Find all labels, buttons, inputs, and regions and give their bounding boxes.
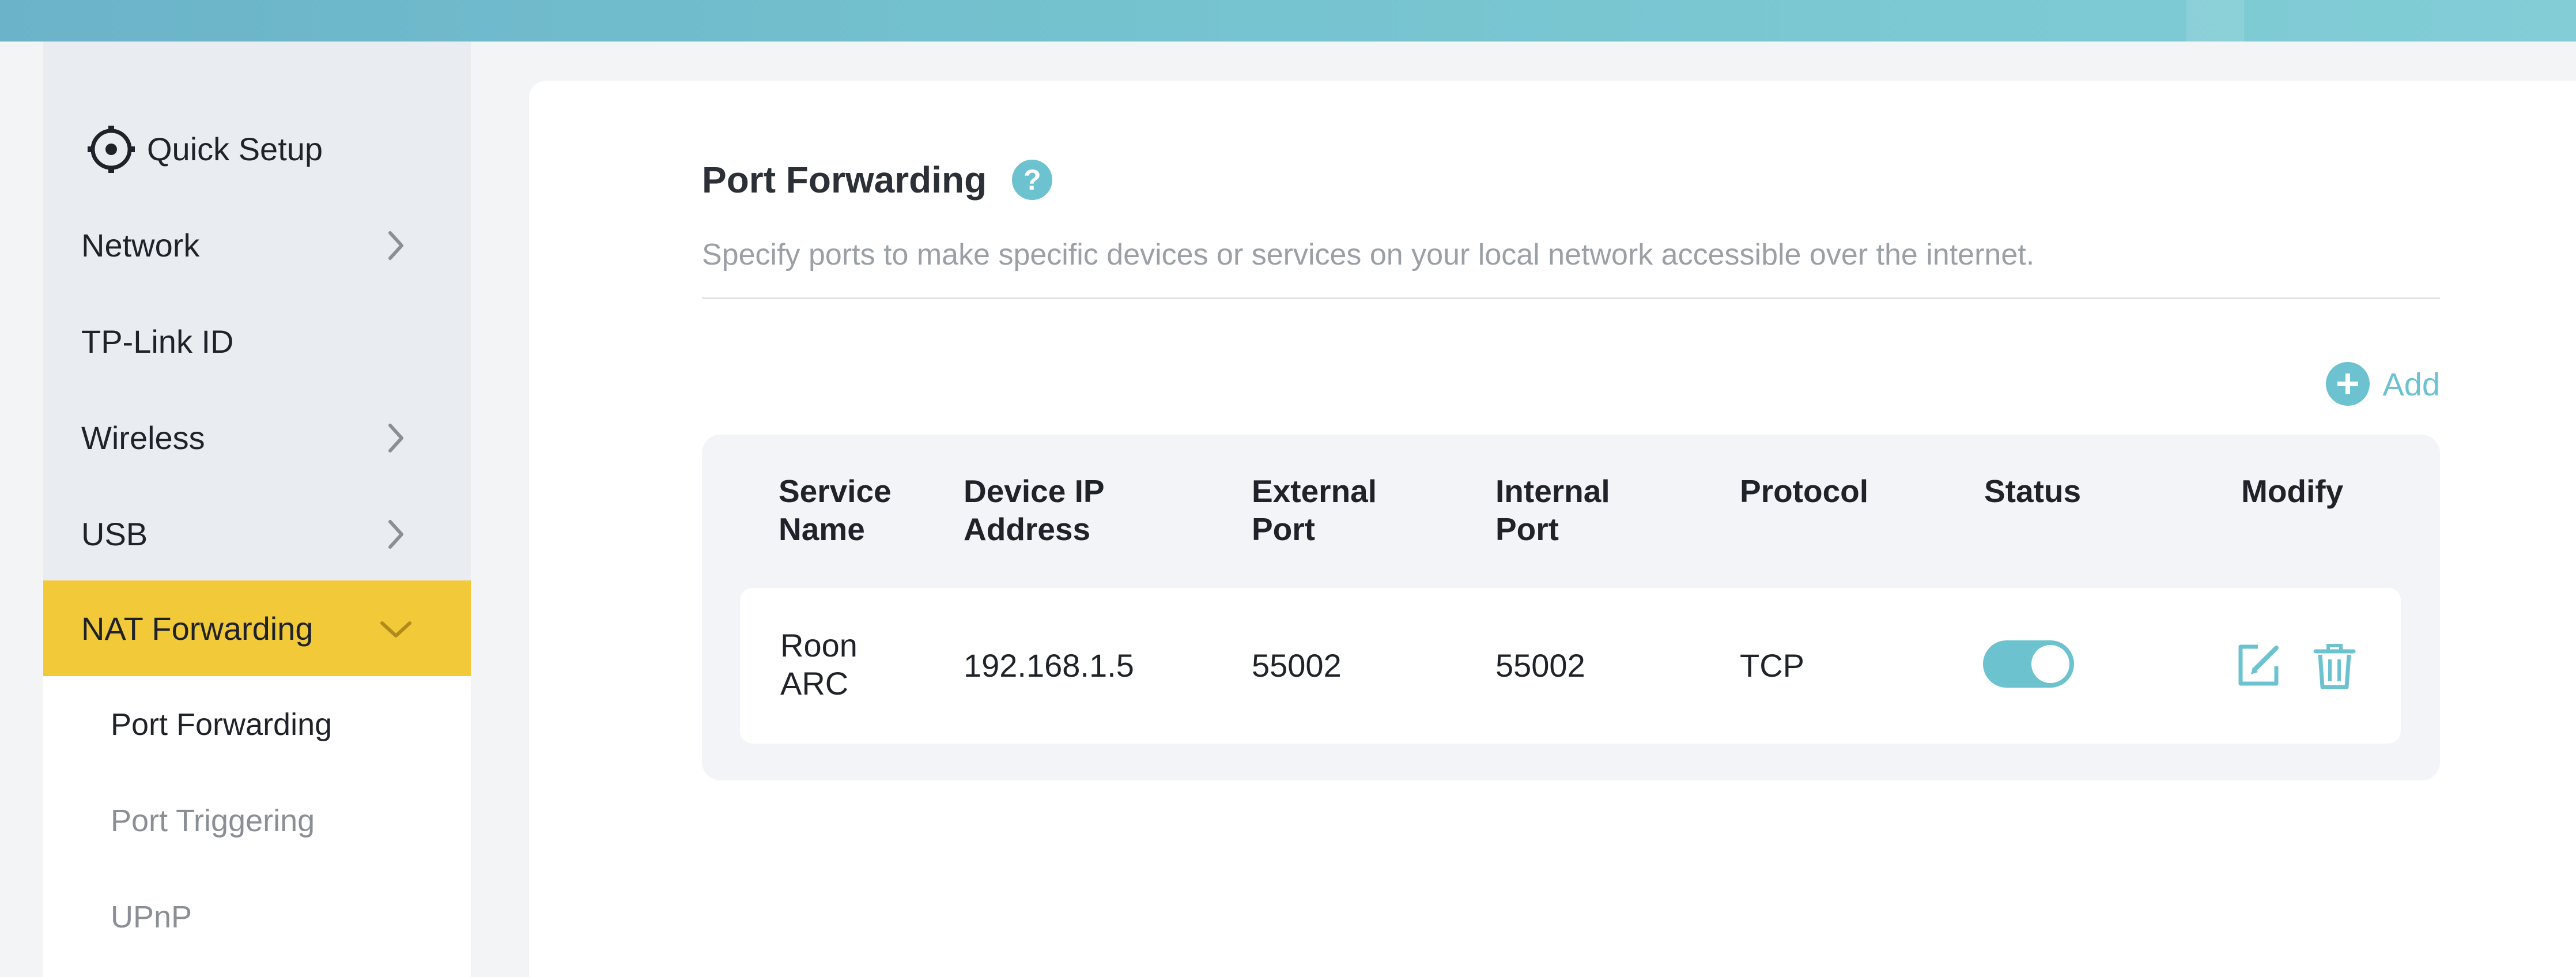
sidebar-item-label: NAT Forwarding [81, 610, 313, 647]
column-header-external-port: External Port [1252, 473, 1377, 547]
sidebar-item-nat-forwarding[interactable]: NAT Forwarding [43, 580, 471, 677]
cell-internal-port: 55002 [1495, 647, 1585, 684]
help-icon[interactable]: ? [1012, 160, 1053, 200]
sidebar-item-network[interactable]: Network [43, 197, 471, 293]
edit-icon[interactable] [2234, 641, 2283, 691]
sidebar-item-label: Network [81, 227, 200, 263]
sidebar: Quick Setup Network TP-Link ID Wireless … [43, 42, 471, 977]
column-header-protocol: Protocol [1740, 473, 1869, 509]
sidebar-item-tp-link-id[interactable]: TP-Link ID [43, 293, 471, 390]
main-content: Port Forwarding ? Specify ports to make … [529, 81, 2576, 977]
sidebar-subitem-upnp[interactable]: UPnP [43, 869, 471, 965]
chevron-right-icon [379, 228, 413, 263]
add-button[interactable]: Add [2326, 362, 2440, 406]
page-title: Port Forwarding [702, 159, 987, 201]
chevron-right-icon [379, 517, 413, 552]
sidebar-subitem-port-triggering[interactable]: Port Triggering [43, 772, 471, 869]
toggle-knob [2031, 645, 2069, 683]
sidebar-item-quick-setup[interactable]: Quick Setup [43, 101, 471, 197]
column-header-service-name: Service Name [779, 473, 892, 547]
cell-service-name: Roon ARC [780, 627, 858, 701]
quick-setup-icon [85, 123, 138, 176]
sidebar-item-label: Wireless [81, 420, 205, 456]
cell-device-ip: 192.168.1.5 [964, 647, 1134, 684]
chevron-right-icon [379, 421, 413, 455]
sidebar-item-usb[interactable]: USB [43, 486, 471, 582]
cell-external-port: 55002 [1252, 647, 1342, 684]
page-description: Specify ports to make specific devices o… [702, 238, 2035, 271]
status-toggle[interactable] [1983, 640, 2074, 688]
sidebar-subitem-label: Port Forwarding [111, 707, 333, 742]
sidebar-subitem-label: Port Triggering [111, 803, 315, 838]
column-header-internal-port: Internal Port [1495, 473, 1610, 547]
trash-icon[interactable] [2310, 641, 2359, 691]
sidebar-item-wireless[interactable]: Wireless [43, 390, 471, 486]
sidebar-item-label: TP-Link ID [81, 323, 234, 360]
sidebar-subitem-label: UPnP [111, 899, 192, 934]
port-forwarding-table: Service Name Device IP Address External … [702, 435, 2440, 780]
sidebar-item-label: USB [81, 516, 148, 552]
add-label: Add [2382, 365, 2440, 402]
sidebar-item-label: Quick Setup [147, 131, 323, 167]
plus-circle-icon [2326, 362, 2370, 406]
cell-protocol: TCP [1740, 647, 1804, 684]
column-header-status: Status [1984, 473, 2082, 509]
divider [702, 297, 2440, 299]
title-row: Port Forwarding ? [702, 159, 1053, 201]
top-bar [0, 0, 2576, 42]
nat-forwarding-submenu: Port Forwarding Port Triggering UPnP [43, 676, 471, 977]
column-header-device-ip: Device IP Address [964, 473, 1105, 547]
sidebar-subitem-port-forwarding[interactable]: Port Forwarding [43, 676, 471, 772]
top-bar-tab[interactable] [2186, 0, 2244, 42]
table-row: Roon ARC 192.168.1.5 55002 55002 TCP [740, 588, 2401, 744]
column-header-modify: Modify [2241, 473, 2344, 509]
chevron-down-icon [379, 612, 413, 646]
